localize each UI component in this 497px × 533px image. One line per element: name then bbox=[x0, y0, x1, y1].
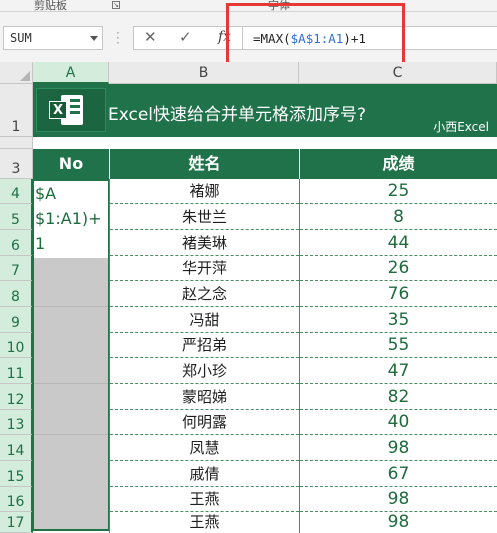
row-header-12[interactable]: 12 bbox=[0, 384, 33, 410]
highlight-box bbox=[226, 3, 405, 65]
title-banner: X Excel快速给合并单元格添加序号? 小西Excel bbox=[33, 84, 497, 137]
chevron-down-icon[interactable] bbox=[90, 36, 98, 41]
check-icon[interactable]: ✓ bbox=[179, 28, 192, 46]
column-header-c[interactable]: C bbox=[299, 62, 497, 84]
header-score[interactable]: 成绩 bbox=[300, 149, 497, 179]
row-header-11[interactable]: 11 bbox=[0, 358, 33, 384]
score-cell[interactable]: 82 bbox=[300, 384, 497, 410]
row-header-16[interactable]: 16 bbox=[0, 487, 33, 512]
score-cell[interactable]: 35 bbox=[300, 307, 497, 333]
row-header-8[interactable]: 8 bbox=[0, 281, 33, 307]
name-cell[interactable]: 王燕 bbox=[110, 512, 299, 533]
score-cell[interactable]: 55 bbox=[300, 333, 497, 358]
row-header-13[interactable]: 13 bbox=[0, 410, 33, 435]
score-cell[interactable]: 25 bbox=[300, 179, 497, 204]
banner-subtitle: 小西Excel bbox=[433, 120, 489, 134]
dialog-launcher-icon[interactable]: ↘ bbox=[112, 1, 120, 9]
name-cell[interactable]: 赵之念 bbox=[110, 281, 299, 307]
score-cell[interactable]: 47 bbox=[300, 358, 497, 384]
name-cell[interactable]: 褚美琳 bbox=[110, 230, 299, 256]
name-cell[interactable]: 朱世兰 bbox=[110, 204, 299, 230]
row-header-4[interactable]: 4 bbox=[0, 179, 33, 204]
name-cell[interactable]: 何明露 bbox=[110, 410, 299, 435]
name-cell[interactable]: 郑小珍 bbox=[110, 358, 299, 384]
excel-logo-icon: X bbox=[36, 88, 106, 132]
name-cell[interactable]: 蒙昭娣 bbox=[110, 384, 299, 410]
score-cell[interactable]: 44 bbox=[300, 230, 497, 256]
row-header-10[interactable]: 10 bbox=[0, 333, 33, 358]
row-header-6[interactable]: 6 bbox=[0, 230, 33, 256]
score-cell[interactable]: 8 bbox=[300, 204, 497, 230]
row-header-5[interactable]: 5 bbox=[0, 204, 33, 230]
resize-handle-icon[interactable]: · · · bbox=[116, 27, 120, 49]
row-header-7[interactable]: 7 bbox=[0, 256, 33, 281]
name-box-value: SUM bbox=[10, 31, 32, 45]
select-all-corner[interactable] bbox=[0, 62, 33, 84]
banner-title: Excel快速给合并单元格添加序号? bbox=[108, 105, 367, 125]
score-cell[interactable]: 40 bbox=[300, 410, 497, 435]
name-cell[interactable]: 华开萍 bbox=[110, 256, 299, 281]
score-cell[interactable]: 26 bbox=[300, 256, 497, 281]
row-header-15[interactable]: 15 bbox=[0, 461, 33, 487]
cancel-icon[interactable]: ✕ bbox=[144, 28, 157, 46]
row-header-9[interactable]: 9 bbox=[0, 307, 33, 333]
column-header-a[interactable]: A bbox=[33, 62, 109, 84]
name-cell[interactable]: 凤慧 bbox=[110, 435, 299, 461]
score-cell[interactable]: 98 bbox=[300, 512, 497, 533]
name-cell[interactable]: 冯甜 bbox=[110, 307, 299, 333]
row-header-2[interactable] bbox=[0, 137, 33, 149]
row-header-3[interactable]: 3 bbox=[0, 149, 33, 179]
header-name[interactable]: 姓名 bbox=[110, 149, 299, 179]
score-cell[interactable]: 98 bbox=[300, 435, 497, 461]
header-no[interactable]: No bbox=[33, 149, 109, 179]
name-cell[interactable]: 王燕 bbox=[110, 487, 299, 512]
score-cell[interactable]: 67 bbox=[300, 461, 497, 487]
score-cell[interactable]: 98 bbox=[300, 487, 497, 512]
name-cell[interactable]: 褚娜 bbox=[110, 179, 299, 204]
name-cell[interactable]: 严招弟 bbox=[110, 333, 299, 358]
score-cell[interactable]: 76 bbox=[300, 281, 497, 307]
name-box[interactable]: SUM bbox=[3, 26, 103, 50]
row-header-17[interactable]: 17 bbox=[0, 512, 33, 533]
row-header-14[interactable]: 14 bbox=[0, 435, 33, 461]
name-cell[interactable]: 戚倩 bbox=[110, 461, 299, 487]
column-header-b[interactable]: B bbox=[109, 62, 299, 84]
row-header-1[interactable]: 1 bbox=[0, 84, 33, 137]
selection-outline bbox=[32, 179, 110, 531]
